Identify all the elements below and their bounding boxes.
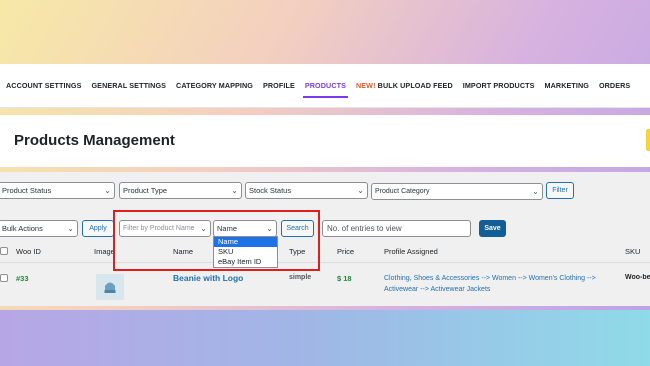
tab-category-mapping[interactable]: CATEGORY MAPPING	[176, 64, 253, 108]
profile-line-1: Clothing, Shoes & Accessories --> Women …	[384, 275, 596, 282]
product-status-value: Product Status	[2, 186, 52, 195]
tab-marketing[interactable]: MARKETING	[545, 64, 589, 108]
option-ebay-item-id[interactable]: eBay Item ID	[214, 257, 277, 267]
help-tab[interactable]	[646, 129, 650, 151]
filter-by-name-input[interactable]: Filter by Product Name ⌄	[119, 220, 211, 237]
chevron-down-icon: ⌄	[200, 224, 207, 233]
tab-account-settings[interactable]: ACCOUNT SETTINGS	[6, 64, 81, 108]
table-header-divider	[0, 262, 650, 263]
product-type-select[interactable]: Product Type ⌄	[119, 182, 242, 199]
product-type-value: Product Type	[123, 186, 168, 195]
row-checkbox[interactable]	[0, 274, 8, 282]
product-thumbnail	[96, 274, 124, 300]
stock-status-select[interactable]: Stock Status ⌄	[245, 182, 368, 199]
tab-orders[interactable]: ORDERS	[599, 64, 630, 108]
row-product-name[interactable]: Beanie with Logo	[173, 273, 243, 283]
save-button[interactable]: Save	[479, 220, 506, 237]
settings-navbar: ACCOUNT SETTINGS GENERAL SETTINGS CATEGO…	[0, 64, 650, 108]
row-price: $ 18	[337, 274, 352, 283]
row-sku: Woo-be	[625, 274, 650, 281]
filter-by-name-placeholder: Filter by Product Name	[123, 225, 195, 232]
row-type: simple	[289, 274, 312, 281]
col-name[interactable]: Name	[173, 247, 193, 256]
col-type: Type	[289, 247, 306, 256]
search-button[interactable]: Search	[281, 220, 314, 237]
tab-profile[interactable]: PROFILE	[263, 64, 295, 108]
chevron-down-icon: ⌄	[266, 224, 273, 233]
col-woo-id[interactable]: Woo ID	[16, 247, 41, 256]
apply-button[interactable]: Apply	[82, 220, 114, 237]
row-profile-assigned[interactable]: Clothing, Shoes & Accessories --> Women …	[384, 273, 624, 295]
search-field-dropdown: Name SKU eBay Item ID	[213, 236, 278, 268]
search-field-value: Name	[217, 224, 238, 233]
page-header: Products Management	[0, 115, 650, 167]
bulk-actions-select[interactable]: Bulk Actions ⌄	[0, 220, 78, 237]
entries-input[interactable]: No. of entries to view	[322, 220, 471, 237]
select-all-checkbox[interactable]	[0, 247, 8, 255]
bulk-actions-value: Bulk Actions	[2, 224, 43, 233]
product-category-value: Product Category	[375, 188, 430, 195]
row-woo-id[interactable]: #33	[16, 274, 29, 283]
beanie-icon	[104, 282, 116, 293]
stock-status-value: Stock Status	[249, 186, 292, 195]
col-profile-assigned: Profile Assigned	[384, 247, 438, 256]
search-field-select[interactable]: Name ⌄	[213, 220, 277, 237]
filter-button[interactable]: Filter	[546, 182, 574, 199]
chevron-down-icon: ⌄	[104, 186, 111, 195]
chevron-down-icon: ⌄	[67, 224, 74, 233]
col-image: Image	[94, 247, 114, 256]
option-name[interactable]: Name	[214, 237, 277, 247]
product-status-select[interactable]: Product Status ⌄	[0, 182, 115, 199]
price-value: 18	[343, 274, 352, 283]
profile-line-2: Activewear --> Activewear Jackets	[384, 286, 491, 293]
new-badge: NEW!	[356, 80, 376, 90]
background-gradient-bottom	[0, 310, 650, 366]
col-sku[interactable]: SKU	[625, 247, 640, 256]
product-category-select[interactable]: Product Category ⌄	[371, 183, 543, 200]
price-currency: $	[337, 274, 342, 283]
nav-tabs: ACCOUNT SETTINGS GENERAL SETTINGS CATEGO…	[0, 64, 650, 107]
chevron-down-icon: ⌄	[231, 186, 238, 195]
tab-import-products[interactable]: IMPORT PRODUCTS	[463, 64, 535, 108]
tab-products[interactable]: PRODUCTS	[302, 64, 349, 108]
page-title: Products Management	[14, 132, 175, 149]
col-price[interactable]: Price	[337, 247, 354, 256]
tab-general-settings[interactable]: GENERAL SETTINGS	[91, 64, 166, 108]
option-sku[interactable]: SKU	[214, 247, 277, 257]
chevron-down-icon: ⌄	[532, 187, 539, 196]
tab-bulk-upload-feed-label: BULK UPLOAD FEED	[377, 80, 453, 90]
tab-bulk-upload-feed[interactable]: NEW! BULK UPLOAD FEED	[356, 64, 453, 108]
chevron-down-icon: ⌄	[357, 186, 364, 195]
